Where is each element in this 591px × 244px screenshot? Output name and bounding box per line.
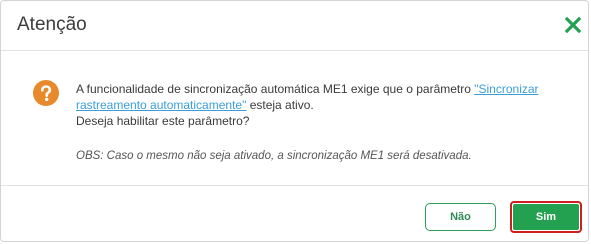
dialog-message: A funcionalidade de sincronização automá…: [76, 81, 546, 129]
dialog-header: Atenção: [1, 1, 588, 51]
close-icon[interactable]: [562, 14, 584, 36]
message-text-part2: esteja ativo.: [246, 98, 314, 112]
question-icon: [33, 80, 59, 106]
message-text-part1: A funcionalidade de sincronização automá…: [76, 82, 475, 96]
dialog-footer: Não Sim: [1, 185, 588, 241]
dialog-body: A funcionalidade de sincronização automá…: [1, 51, 588, 185]
dialog-title: Atenção: [17, 14, 87, 35]
no-button[interactable]: Não: [425, 203, 496, 231]
yes-button[interactable]: Sim: [513, 204, 579, 230]
confirmation-dialog: Atenção A funcionalidade de sincronizaçã…: [0, 0, 589, 242]
yes-button-focus-ring: Sim: [510, 201, 582, 233]
obs-note: OBS: Caso o mesmo não seja ativado, a si…: [76, 150, 472, 162]
message-question: Deseja habilitar este parâmetro?: [76, 114, 250, 128]
